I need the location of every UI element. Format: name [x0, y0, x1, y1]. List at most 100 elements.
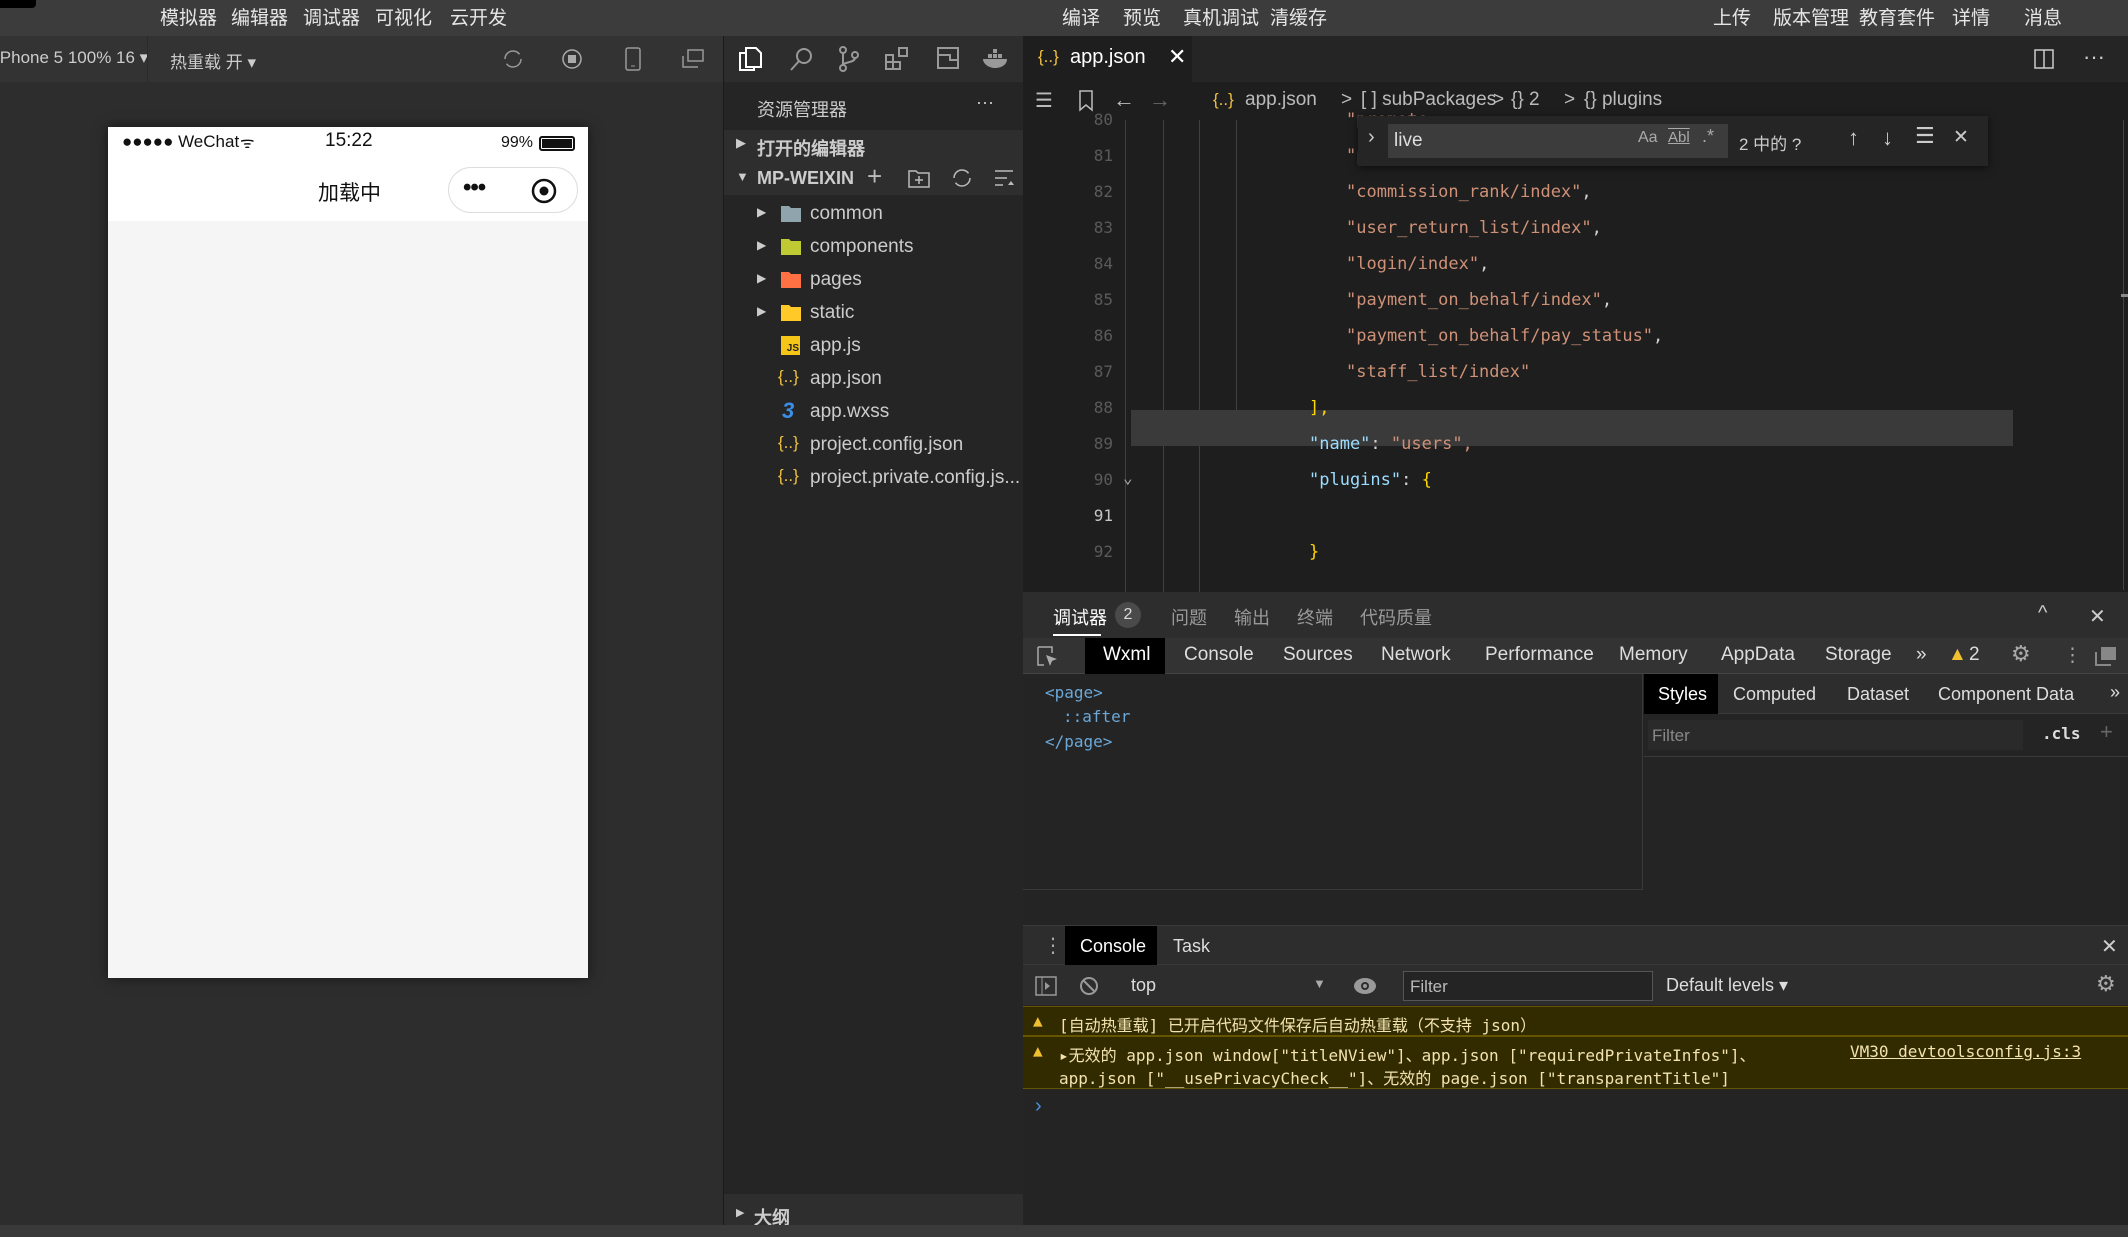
split-editor-icon[interactable]: [2034, 49, 2054, 69]
tab-debugger[interactable]: 调试器: [1053, 604, 1107, 630]
next-match-icon[interactable]: ↓: [1882, 125, 1893, 151]
warning-icon[interactable]: ▲: [1948, 644, 1967, 666]
files-icon[interactable]: [738, 46, 764, 72]
menu-messages[interactable]: 消息: [2024, 3, 2062, 30]
hot-reload-select[interactable]: 热重载 开 ▾: [170, 48, 256, 73]
collapse-all-icon[interactable]: [994, 168, 1014, 188]
code-area[interactable]: 80"promote81"promoter_rank/index",82"com…: [1023, 110, 2128, 628]
tree-item-app-json[interactable]: {..} app.json: [724, 363, 1024, 396]
sidebar-toggle-icon[interactable]: [1035, 976, 1057, 996]
add-style-rule-icon[interactable]: +: [2100, 719, 2113, 745]
devtab-appdata[interactable]: AppData: [1721, 644, 1795, 666]
search-icon[interactable]: [788, 46, 814, 72]
regex-icon[interactable]: .*: [1702, 126, 1714, 147]
close-panel-icon[interactable]: ✕: [2089, 604, 2106, 629]
tab-dataset[interactable]: Dataset: [1847, 684, 1909, 705]
tab-output[interactable]: 输出: [1234, 604, 1270, 630]
tree-item-static[interactable]: ▶ static: [724, 297, 1024, 330]
context-select[interactable]: top: [1131, 975, 1156, 996]
menu-editor[interactable]: 编辑器: [231, 3, 288, 30]
close-drawer-icon[interactable]: ✕: [2101, 934, 2118, 959]
match-case-icon[interactable]: Aa: [1638, 129, 1658, 147]
drawer-menu-icon[interactable]: ⋮: [1043, 933, 1063, 958]
maximize-panel-icon[interactable]: ^: [2038, 602, 2047, 625]
tree-item-app-js[interactable]: JS app.js: [724, 330, 1024, 363]
new-file-icon[interactable]: +: [867, 161, 882, 192]
devtab-console[interactable]: Console: [1184, 644, 1254, 666]
find-input[interactable]: live: [1394, 130, 1423, 152]
context-dropdown-icon[interactable]: ▼: [1313, 976, 1326, 991]
menu-details[interactable]: 详情: [1952, 3, 1990, 30]
whole-word-icon[interactable]: Abl: [1668, 129, 1690, 146]
eye-icon[interactable]: [1353, 976, 1377, 996]
more-icon[interactable]: •••: [463, 174, 486, 202]
menu-visual[interactable]: 可视化: [375, 3, 432, 30]
tab-terminal[interactable]: 终端: [1297, 604, 1333, 630]
stop-icon[interactable]: [561, 48, 583, 70]
detach-window-icon[interactable]: [681, 49, 705, 69]
tree-item-components[interactable]: ▶ components: [724, 231, 1024, 264]
devtab-memory[interactable]: Memory: [1619, 644, 1688, 666]
warning-count[interactable]: 2: [1969, 644, 1980, 666]
tab-styles[interactable]: Styles: [1658, 684, 1707, 705]
cls-toggle[interactable]: .cls: [2042, 724, 2081, 743]
more-style-tabs-icon[interactable]: »: [2110, 682, 2120, 703]
drawer-tab-console[interactable]: Console: [1080, 936, 1146, 957]
tab-code-quality[interactable]: 代码质量: [1360, 604, 1432, 630]
console-settings-icon[interactable]: ⚙: [2096, 971, 2116, 997]
inspect-element-icon[interactable]: [1037, 646, 1059, 668]
console-prompt[interactable]: ›: [1035, 1095, 1042, 1118]
find-input-box[interactable]: live Aa Abl .*: [1388, 124, 1728, 158]
devtab-storage[interactable]: Storage: [1825, 644, 1892, 666]
drawer-tab-task[interactable]: Task: [1173, 936, 1210, 957]
tab-app-json[interactable]: {..} app.json ✕: [1023, 36, 1193, 82]
more-actions-icon[interactable]: ···: [2083, 44, 2105, 70]
clear-console-icon[interactable]: [1079, 976, 1099, 996]
toggle-replace-icon[interactable]: ›: [1368, 126, 1375, 149]
undock-icon[interactable]: [2095, 646, 2117, 666]
devtab-wxml[interactable]: Wxml: [1103, 644, 1150, 666]
menu-cloud[interactable]: 云开发: [450, 3, 507, 30]
source-link[interactable]: VM30 devtoolsconfig.js:3: [1850, 1042, 2081, 1061]
menu-simulator[interactable]: 模拟器: [160, 3, 217, 30]
menu-real-device-debug[interactable]: 真机调试: [1183, 3, 1259, 30]
explorer-more-button[interactable]: ···: [976, 92, 994, 113]
new-folder-icon[interactable]: [908, 168, 930, 188]
previous-match-icon[interactable]: ↑: [1848, 125, 1859, 151]
refresh-icon[interactable]: [502, 48, 524, 70]
devtab-network[interactable]: Network: [1381, 644, 1451, 666]
tree-item-project-config-json[interactable]: {..} project.config.json: [724, 429, 1024, 462]
find-in-selection-icon[interactable]: ☰: [1915, 123, 1935, 149]
open-editors-section[interactable]: ▶ 打开的编辑器: [724, 130, 1024, 162]
log-levels-select[interactable]: Default levels ▾: [1666, 975, 1788, 996]
kebab-menu-icon[interactable]: ⋮: [2063, 644, 2082, 667]
tab-problems[interactable]: 问题: [1171, 604, 1207, 630]
menu-upload[interactable]: 上传: [1713, 3, 1751, 30]
console-filter-input[interactable]: Filter: [1403, 971, 1653, 1001]
tree-item-common[interactable]: ▶ common: [724, 198, 1024, 231]
warning-text-line1[interactable]: ▸无效的 app.json window["titleNView"]、app.j…: [1059, 1042, 1756, 1066]
extensions-icon[interactable]: [884, 46, 910, 72]
wxml-node-after[interactable]: ::after: [1063, 707, 1130, 726]
fold-chevron-icon[interactable]: ⌄: [1123, 468, 1133, 487]
more-tabs-icon[interactable]: »: [1916, 644, 1927, 666]
phone-icon[interactable]: [624, 47, 642, 71]
device-select[interactable]: iPhone 5 100% 16 ▾: [0, 48, 148, 68]
scrollbar-thumb[interactable]: [2121, 294, 2128, 297]
tab-component-data[interactable]: Component Data: [1938, 684, 2074, 705]
docker-icon[interactable]: [982, 48, 1010, 70]
menu-edu[interactable]: 教育套件: [1859, 3, 1935, 30]
close-find-icon[interactable]: ✕: [1953, 126, 1969, 149]
styles-filter-input[interactable]: Filter: [1648, 720, 2023, 750]
project-section[interactable]: ▼ MP-WEIXIN +: [724, 161, 1024, 195]
wxml-node-page-close[interactable]: </page>: [1045, 732, 1112, 751]
menu-clear-cache[interactable]: 清缓存: [1270, 3, 1327, 30]
menu-preview[interactable]: 预览: [1123, 3, 1161, 30]
refresh-explorer-icon[interactable]: [951, 167, 973, 189]
tree-item-app-wxss[interactable]: 3 app.wxss: [724, 396, 1024, 429]
menu-debugger[interactable]: 调试器: [303, 3, 360, 30]
close-miniprogram-icon[interactable]: [531, 178, 557, 204]
tree-item-project-private-config-js-[interactable]: {..} project.private.config.js...: [724, 462, 1024, 495]
wxml-node-page[interactable]: <page>: [1045, 683, 1103, 702]
devtab-performance[interactable]: Performance: [1485, 644, 1594, 666]
